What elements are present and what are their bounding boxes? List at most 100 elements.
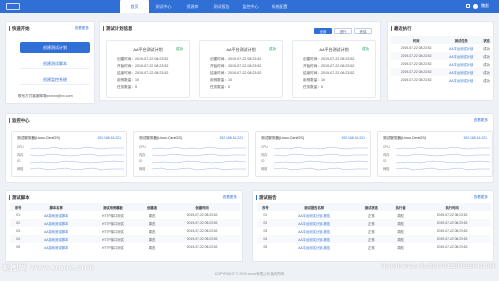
metric-sparkline xyxy=(396,153,490,157)
metric-label-network: 网络 xyxy=(139,167,146,171)
table-cell: 2019-07-22 08:23:52 xyxy=(391,52,442,60)
table-row[interactable]: 01 AA平台测试计划-报告 正常 周彪 2019-07-22 08:23:52 xyxy=(257,211,491,219)
server-card[interactable]: 测试服务器(Linux-CentOS) 192.168.16.221 CPU 内… xyxy=(11,131,127,177)
metric-sparkline xyxy=(30,160,124,164)
table-row[interactable]: 02 AA平台测试计划-报告 正常 周彪 2019-07-22 08:23:52 xyxy=(257,219,491,227)
nav-item-test-center[interactable]: 测试中心 xyxy=(149,0,178,13)
filter-running-button[interactable]: 进行 xyxy=(334,28,352,34)
table-cell[interactable]: AA平台测试计划-报告 xyxy=(274,243,355,251)
notification-icon[interactable] xyxy=(466,4,470,8)
plan-card[interactable]: AA平台测试计划 成功 创建时间：2019-07-22 08:23:52 开始时… xyxy=(199,40,283,98)
plan-card-line: 创建时间：2019-07-22 08:23:52 xyxy=(210,57,262,61)
plan-card[interactable]: AA平台测试计划 成功 创建时间：2019-07-22 08:23:52 开始时… xyxy=(106,40,190,98)
table-cell[interactable]: AA平台测试计划-报告 xyxy=(274,227,355,235)
column-header: 序号 xyxy=(257,203,274,211)
nav-item-resources[interactable]: 资源库 xyxy=(178,0,207,13)
user-name[interactable]: 魏彪 xyxy=(481,3,489,9)
column-header: 创建时间 xyxy=(164,203,240,211)
table-cell[interactable]: AA平台测试计划 xyxy=(441,68,482,76)
column-header: 执行时间 xyxy=(413,203,491,211)
table-cell: 2019-07-22 08:23:52 xyxy=(400,62,432,66)
server-title: 测试服务器(Linux-CentOS) xyxy=(261,136,304,140)
table-cell: 成功 xyxy=(481,52,492,60)
table-row[interactable]: 05 AA游戏测试脚本 HTTP接口测试 周彪 2019-07-22 08:23:52 xyxy=(10,243,240,251)
table-cell[interactable]: AA游戏测试脚本 xyxy=(26,227,86,235)
table-cell[interactable]: AA平台测试计划 xyxy=(441,44,481,52)
column-header: 序号 xyxy=(10,203,27,211)
column-header: 脚本名称 xyxy=(26,203,87,211)
nav-item-settings[interactable]: 系统配置 xyxy=(265,0,294,13)
table-row[interactable]: 2019-07-22 08:23:52 AA平台测试计划 成功 xyxy=(391,68,492,76)
metric-sparkline xyxy=(396,167,490,171)
table-row[interactable]: 2019-07-22 08:23:52 AA平台测试计划 成功 xyxy=(391,52,492,60)
table-row[interactable]: 03 AA游戏测试脚本 HTTP接口测试 周彪 2019-07-22 08:23:52 xyxy=(10,227,240,235)
plan-card-status: 成功 xyxy=(268,47,276,51)
table-cell[interactable]: AA平台测试计划-报告 xyxy=(273,219,355,227)
table-cell[interactable]: AA平台测试计划-报告 xyxy=(274,211,355,219)
table-row[interactable]: 02 AA游戏测试脚本 HTTP接口测试 周彪 2019-07-22 08:23:52 xyxy=(10,219,240,227)
table-cell[interactable]: AA游戏测试脚本 xyxy=(26,211,86,219)
table-cell: 2019-07-22 08:23:52 xyxy=(400,46,432,50)
metric-sparkline xyxy=(274,153,368,157)
table-cell[interactable]: AA游戏测试脚本 xyxy=(26,235,87,243)
column-header: 状态 xyxy=(481,36,492,44)
metric-sparkline xyxy=(274,160,368,164)
table-cell[interactable]: AA游戏测试脚本 xyxy=(26,243,86,251)
table-cell[interactable]: AA平台测试计划 xyxy=(441,60,481,68)
table-cell: 周彪 xyxy=(397,229,404,234)
reports-panel: 测试报告 查看更多 序号 测试报告名称 测试状态 执行者 执行时间 01 AA平台… xyxy=(252,190,494,262)
table-cell[interactable]: AA平台测试计划-报告 xyxy=(273,235,355,243)
metric-sparkline xyxy=(152,146,246,150)
create-test-plan-button[interactable]: 创建测试计划 xyxy=(20,42,90,53)
table-row[interactable]: 04 AA平台测试计划-报告 正常 周彪 2019-07-22 08:23:52 xyxy=(257,235,491,243)
plan-card-status: 成功 xyxy=(361,47,369,51)
table-cell: 周彪 xyxy=(148,213,156,218)
column-header: 测试用例模板 xyxy=(86,203,140,211)
server-card[interactable]: 测试服务器(Linux-CentOS) 192.168.16.221 CPU 内… xyxy=(133,131,249,177)
table-row[interactable]: 2019-07-22 08:23:52 AA平台测试计划 成功 xyxy=(391,76,492,84)
reports-more-link[interactable]: 查看更多 xyxy=(474,195,488,200)
table-cell: 周彪 xyxy=(148,229,156,234)
table-cell: 03 xyxy=(263,229,268,233)
table-row[interactable]: 03 AA平台测试计划-报告 正常 周彪 2019-07-22 08:23:52 xyxy=(257,227,491,235)
table-cell: 周彪 xyxy=(139,235,165,243)
table-cell[interactable]: AA游戏测试脚本 xyxy=(26,219,87,227)
scripts-table: 序号 脚本名称 测试用例模板 创建者 创建时间 01 AA游戏测试脚本 HTTP接口… xyxy=(10,203,240,251)
table-row[interactable]: 2019-07-22 08:23:52 AA平台测试计划 成功 xyxy=(391,60,492,68)
top-navbar: 首页 测试中心 资源库 测试报告 监控中心 系统配置 魏彪 xyxy=(0,0,499,13)
table-cell[interactable]: AA平台测试计划 xyxy=(441,76,481,84)
user-area[interactable]: 魏彪 xyxy=(466,3,489,9)
metric-label-io: IO xyxy=(383,159,387,163)
monitor-more-link[interactable]: 查看更多 xyxy=(474,118,488,123)
server-card[interactable]: 测试服务器(Linux-CentOS) 192.168.16.221 CPU 内… xyxy=(377,131,493,177)
server-title: 测试服务器(Linux-CentOS) xyxy=(383,136,426,140)
server-ip: 192.168.16.221 xyxy=(341,136,365,140)
nav-item-home[interactable]: 首页 xyxy=(120,0,149,13)
filter-done-button[interactable]: 完成 xyxy=(354,28,372,34)
server-card[interactable]: 测试服务器(Linux-CentOS) 192.168.16.221 CPU 内… xyxy=(255,131,371,177)
nav-item-monitor[interactable]: 监控中心 xyxy=(236,0,265,13)
nav-item-reports[interactable]: 测试报告 xyxy=(207,0,236,13)
create-test-script-link[interactable]: 创建测试脚本 xyxy=(20,60,90,69)
table-cell: 2019-07-22 08:23:52 xyxy=(186,229,218,233)
plan-card[interactable]: AA平台测试计划 成功 创建时间：2019-07-22 08:23:52 开始时… xyxy=(292,40,376,98)
server-ip: 192.168.16.221 xyxy=(97,136,121,140)
table-cell[interactable]: AA平台测试计划 xyxy=(441,52,482,60)
filter-all-button[interactable]: 全部 xyxy=(314,28,332,34)
table-cell: 成功 xyxy=(483,78,490,83)
table-row[interactable]: 05 AA平台测试计划-报告 正常 周彪 2019-07-22 08:23:52 xyxy=(257,243,491,251)
column-header: 测试报告名称 xyxy=(273,203,355,211)
table-cell: 2019-07-22 08:23:52 xyxy=(164,235,240,243)
test-plan-title: 测试计划信息 xyxy=(106,26,133,31)
column-header: 时间 xyxy=(391,36,442,44)
avatar[interactable] xyxy=(473,3,478,9)
table-row[interactable]: 01 AA游戏测试脚本 HTTP接口测试 周彪 2019-07-22 08:23:52 xyxy=(10,211,240,219)
table-row[interactable]: 04 AA游戏测试脚本 HTTP接口测试 周彪 2019-07-22 08:23:52 xyxy=(10,235,240,243)
table-row[interactable]: 2019-07-22 08:23:52 AA平台测试计划 成功 xyxy=(391,44,492,52)
table-cell: 2019-07-22 08:23:52 xyxy=(436,213,468,217)
create-monitor-link[interactable]: 创建监控系统 xyxy=(20,76,90,85)
scripts-more-link[interactable]: 查看更多 xyxy=(223,195,237,200)
table-cell: 周彪 xyxy=(148,245,156,250)
metric-label-network: 网络 xyxy=(383,167,390,171)
quick-start-more-link[interactable]: 查看更多 xyxy=(75,26,89,31)
